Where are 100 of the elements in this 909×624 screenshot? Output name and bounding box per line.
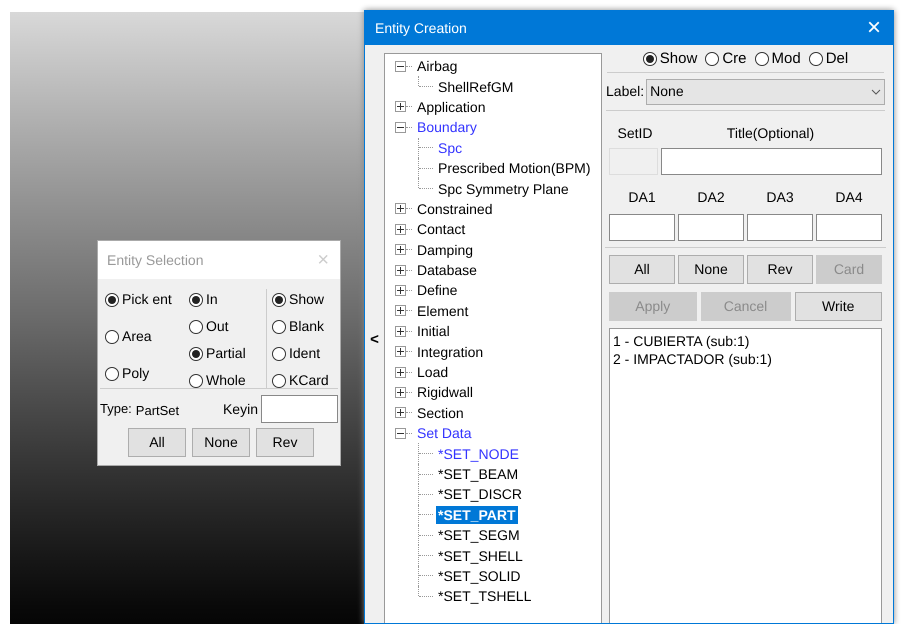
tree-item[interactable]: Spc Symmetry Plane — [436, 180, 571, 198]
expand-icon[interactable] — [395, 244, 406, 256]
tree-item[interactable]: Element — [415, 302, 470, 320]
type-label: Type: — [100, 400, 132, 418]
tree-item[interactable]: *SET_PART — [436, 506, 518, 524]
radio-option[interactable]: Area — [105, 326, 189, 347]
radio-option[interactable]: KCard — [272, 370, 329, 391]
expand-icon[interactable] — [395, 326, 406, 337]
tree-item[interactable]: ShellRefGM — [436, 78, 516, 96]
close-button[interactable]: × — [866, 16, 881, 40]
radio-option[interactable]: Out — [189, 316, 266, 337]
radio-icon — [189, 374, 203, 388]
radio-option[interactable]: Mod — [754, 48, 801, 70]
expand-icon[interactable] — [395, 346, 406, 358]
radio-option[interactable]: Whole — [189, 370, 266, 391]
radio-option[interactable]: Cre — [705, 48, 746, 70]
collapse-icon[interactable] — [395, 428, 406, 439]
radio-option[interactable]: Del — [808, 48, 848, 70]
expand-icon[interactable] — [395, 203, 406, 214]
expand-icon[interactable] — [395, 224, 406, 235]
tree-item[interactable]: Boundary — [415, 118, 479, 136]
collapse-icon[interactable] — [395, 122, 406, 133]
tree-item[interactable]: Database — [415, 261, 479, 280]
da-field[interactable] — [609, 214, 675, 241]
radio-option[interactable]: Poly — [105, 363, 189, 384]
label-dropdown[interactable]: None — [646, 78, 885, 104]
tree-item[interactable]: *SET_SEGM — [436, 526, 522, 544]
da-label: DA3 — [765, 188, 795, 207]
radio-option[interactable]: Show — [642, 48, 698, 70]
radio-option[interactable]: Pick ent — [105, 289, 189, 310]
list-item[interactable]: 1 - CUBIERTA (sub:1) — [613, 332, 878, 350]
expand-icon[interactable] — [395, 366, 406, 378]
type-value: PartSet — [136, 402, 180, 420]
expand-icon[interactable] — [395, 305, 406, 316]
tree-item[interactable]: Contact — [415, 220, 468, 238]
radio-option[interactable]: Ident — [272, 343, 329, 364]
radio-selected-icon — [272, 292, 286, 306]
da-field[interactable] — [747, 214, 813, 241]
radio-icon — [272, 346, 286, 360]
radio-icon — [808, 52, 823, 66]
da-label: DA2 — [696, 188, 726, 207]
button[interactable]: None — [192, 428, 250, 457]
chevron-down-icon — [871, 88, 881, 94]
button[interactable]: All — [609, 255, 675, 284]
tree-item[interactable]: *SET_DISCR — [436, 485, 524, 504]
tree-item[interactable]: Airbag — [415, 57, 460, 76]
radio-selected-icon — [642, 52, 657, 66]
radio-option[interactable]: Partial — [189, 343, 266, 364]
setid-label: SetID — [616, 124, 654, 143]
radio-icon — [272, 374, 286, 388]
radio-icon — [105, 330, 119, 344]
tree-item[interactable]: Damping — [415, 240, 476, 259]
collapse-icon[interactable] — [395, 60, 406, 72]
title-label: Title(Optional) — [726, 124, 816, 143]
dialog-title: Entity Selection — [107, 250, 204, 270]
expand-icon[interactable] — [395, 101, 406, 112]
label-caption: Label: — [606, 82, 644, 101]
radio-icon — [105, 366, 119, 380]
tree-item[interactable]: Initial — [415, 322, 452, 340]
title-field[interactable] — [661, 148, 882, 175]
tree-item[interactable]: *SET_BEAM — [436, 465, 520, 483]
tree-item[interactable]: Prescribed Motion(BPM) — [436, 159, 592, 178]
tree-item[interactable]: Section — [415, 404, 466, 422]
tree-item[interactable]: Load — [415, 363, 450, 382]
expand-icon[interactable] — [395, 407, 406, 418]
radio-option[interactable]: Show — [272, 289, 329, 310]
tree-item[interactable]: *SET_TSHELL — [436, 587, 534, 606]
radio-icon — [272, 320, 286, 334]
da-field[interactable] — [678, 214, 744, 241]
button[interactable]: None — [678, 255, 744, 284]
radio-icon — [189, 320, 203, 334]
tree-item[interactable]: Integration — [415, 342, 486, 361]
radio-option[interactable]: In — [189, 289, 266, 310]
tree-item[interactable]: Define — [415, 281, 460, 300]
window-title: Entity Creation — [375, 18, 467, 38]
keyin-field[interactable] — [261, 395, 338, 423]
collapse-button[interactable]: < — [370, 328, 379, 352]
tree-item[interactable]: *SET_NODE — [436, 444, 521, 463]
tree-item[interactable]: Rigidwall — [415, 383, 476, 402]
expand-icon[interactable] — [395, 386, 406, 398]
expand-icon[interactable] — [395, 284, 406, 296]
tree-item[interactable]: Application — [415, 98, 488, 116]
da-field[interactable] — [816, 214, 882, 241]
tree-item[interactable]: *SET_SOLID — [436, 566, 522, 585]
list-item[interactable]: 2 - IMPACTADOR (sub:1) — [613, 350, 878, 368]
tree-item[interactable]: *SET_SHELL — [436, 546, 525, 565]
radio-selected-icon — [189, 346, 203, 360]
button[interactable]: Write — [794, 292, 882, 321]
radio-selected-icon — [189, 292, 203, 306]
tree-item[interactable]: Spc — [436, 138, 464, 157]
tree-item[interactable]: Set Data — [415, 424, 474, 442]
button[interactable]: Rev — [747, 255, 813, 284]
radio-option[interactable]: Blank — [272, 316, 329, 337]
button[interactable]: Rev — [256, 428, 314, 457]
tree-item[interactable]: Constrained — [415, 200, 494, 218]
radio-icon — [705, 52, 720, 66]
radio-selected-icon — [105, 292, 119, 306]
button[interactable]: All — [128, 428, 186, 457]
da-label: DA4 — [834, 188, 864, 207]
expand-icon[interactable] — [395, 264, 406, 276]
